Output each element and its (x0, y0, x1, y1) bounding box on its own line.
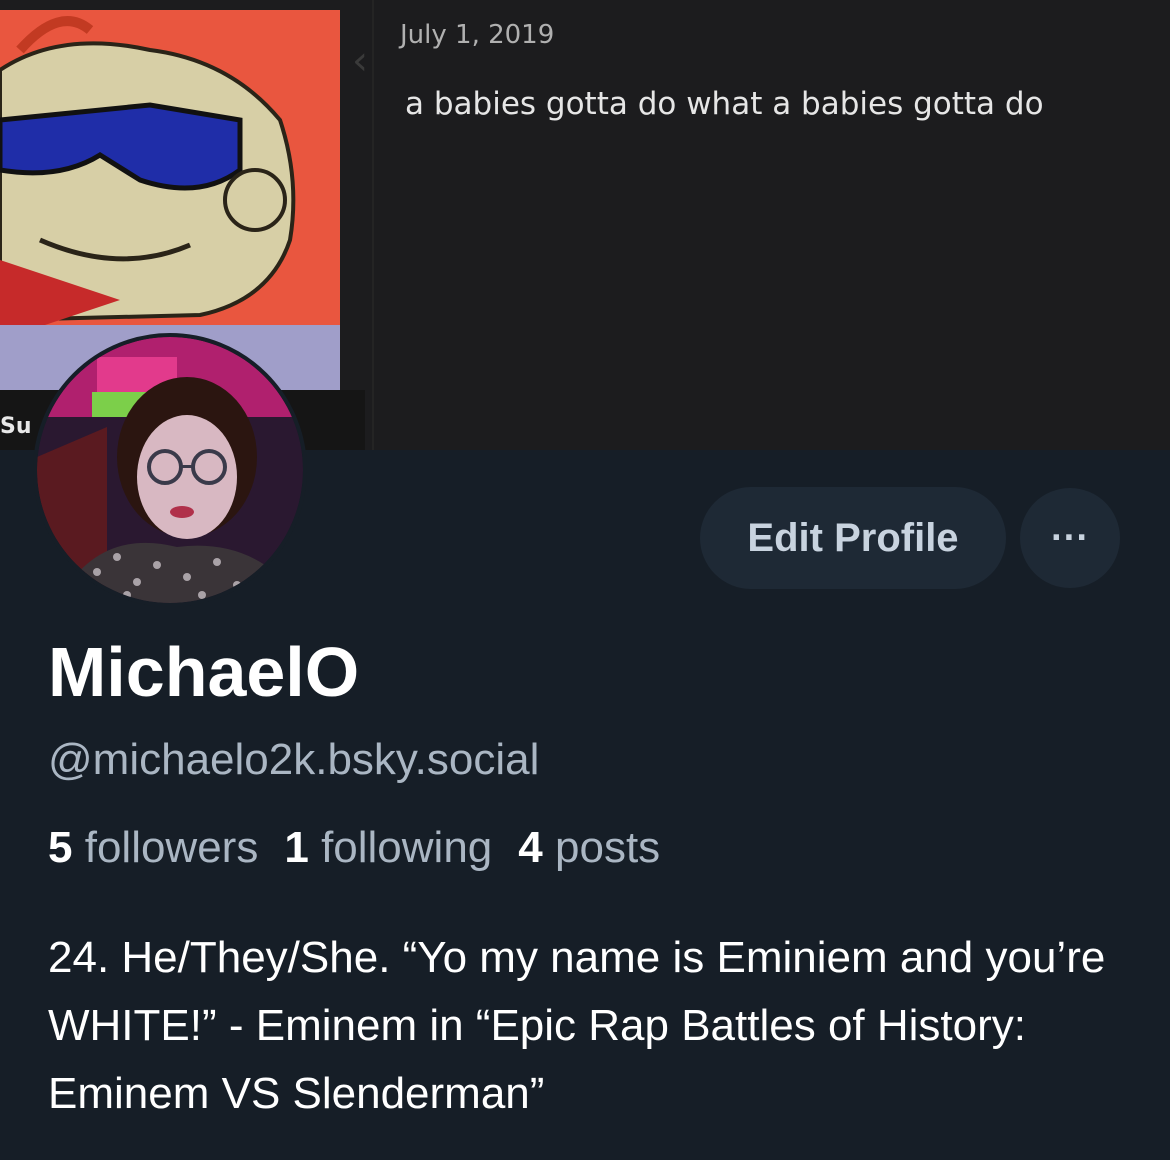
banner-meme-caption: Su (0, 414, 32, 439)
followers-count: 5 (48, 823, 73, 872)
posts-stat: 4 posts (518, 823, 660, 872)
following-count: 1 (284, 823, 309, 872)
profile-bio: 24. He/They/She. “Yo my name is Eminiem … (48, 933, 1106, 1118)
banner-post-text: a babies gotta do what a babies gotta do (405, 86, 1044, 122)
posts-count: 4 (518, 823, 543, 872)
banner-divider (372, 0, 374, 450)
followers-label: followers (84, 823, 259, 872)
more-options-button[interactable]: ··· (1020, 488, 1120, 588)
profile-stats: 5 followers 1 following 4 posts (48, 823, 660, 873)
posts-label: posts (555, 823, 661, 872)
avatar[interactable] (33, 333, 307, 607)
followers-link[interactable]: 5 followers (48, 823, 258, 872)
chevron-left-icon: ‹ (352, 38, 368, 84)
banner-post-date: July 1, 2019 (400, 20, 555, 50)
display-name: MichaelO (48, 633, 360, 711)
following-link[interactable]: 1 following (284, 823, 492, 872)
following-label: following (321, 823, 493, 872)
edit-profile-button[interactable]: Edit Profile (700, 487, 1006, 589)
profile-handle: @michaelo2k.bsky.social (48, 735, 540, 784)
